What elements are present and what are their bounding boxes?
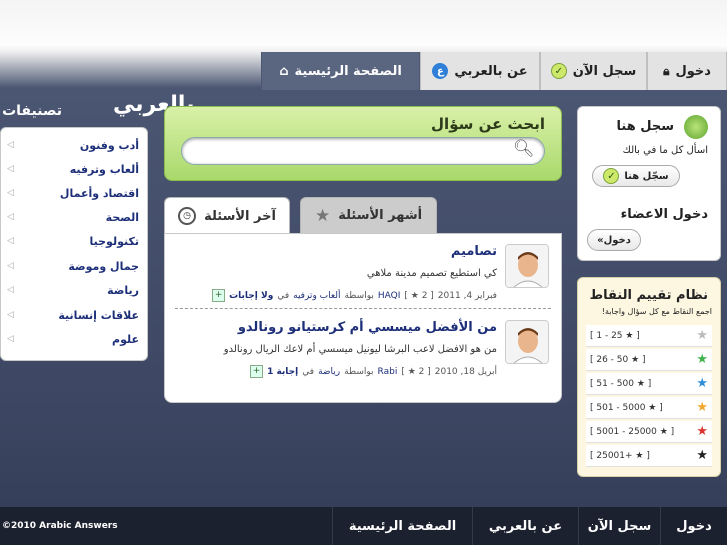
star-icon: ★ <box>696 400 708 415</box>
categories-title: تصنيفات <box>2 103 62 119</box>
tab-login-label: دخول <box>675 63 711 79</box>
footer-link-login[interactable]: دخول <box>660 507 727 545</box>
star-icon: ★ <box>696 424 708 439</box>
tab-register[interactable]: سجل الآن ✓ <box>540 52 647 90</box>
footer-link-register[interactable]: سجل الآن <box>578 507 660 545</box>
question-meta: فبراير 4, 2011 [ 2 ★ ] HAQI بواسطة ألعاب… <box>212 289 497 302</box>
question-date: أبريل 18, 2010 <box>434 366 497 377</box>
arrow-icon: ◁ <box>7 334 14 344</box>
question-category[interactable]: رياضة <box>318 367 340 377</box>
question-answers[interactable]: إجابة 1 <box>267 367 298 377</box>
points-level: ★[ 1 - 25 ★ ] <box>586 325 712 347</box>
star-icon: ★ <box>696 352 708 367</box>
question-meta: أبريل 18, 2010 [ 2 ★ ] Rabi بواسطة رياضة… <box>250 365 497 378</box>
tab-popular-label: أشهر الأسئلة <box>338 208 423 223</box>
arrow-icon: ◁ <box>7 261 14 271</box>
question-rank: [ 2 ★ ] <box>404 290 434 301</box>
search-input[interactable] <box>181 137 545 165</box>
arrow-icon: ◁ <box>7 188 14 198</box>
question-title[interactable]: تصاميم <box>451 244 497 259</box>
question-user[interactable]: Rabi <box>378 367 398 377</box>
question-answers[interactable]: ولا إجابات <box>229 291 273 301</box>
points-subtitle: اجمع النقاط مع كل سؤال واجابة! <box>601 307 712 316</box>
footer-link-about[interactable]: عن بالعربي <box>472 507 578 545</box>
star-icon: ★ <box>696 328 708 343</box>
add-answer-icon[interactable]: + <box>250 365 264 378</box>
category-item[interactable]: تكنولوجيا ◁ <box>7 230 139 252</box>
category-item[interactable]: علوم ◁ <box>7 328 139 350</box>
arrow-icon: ◁ <box>7 212 14 222</box>
question-desc: من هو الافضل لاعب البرشا ليونيل ميسسي أم… <box>223 344 497 355</box>
categories-panel: أدب وفنون ◁ ألعاب وترفيه ◁ اقتصاد وأعمال ◁ … <box>0 127 148 361</box>
register-title: سجل هنا <box>616 119 674 134</box>
users-icon <box>684 115 708 139</box>
home-icon: ⌂ <box>279 63 289 79</box>
add-answer-icon[interactable]: + <box>212 289 226 302</box>
divider <box>175 308 551 309</box>
points-level: ★[ 51 - 500 ★ ] <box>586 373 712 395</box>
avatar <box>505 320 549 364</box>
copyright: ©2010 Arabic Answers <box>2 521 118 531</box>
question-user[interactable]: HAQI <box>378 291 401 301</box>
info-icon: ع <box>432 63 449 79</box>
questions-panel: تصاميم كي استطيع تصميم مدينة ملاهي فبراي… <box>164 233 562 403</box>
tab-about-label: عن بالعربي <box>454 63 528 79</box>
points-level: ★[ 501 - 5000 ★ ] <box>586 397 712 419</box>
tab-popular-questions[interactable]: أشهر الأسئلة ★ <box>300 197 437 233</box>
tab-latest-questions[interactable]: آخر الأسئلة ◷ <box>164 197 290 234</box>
search-box: ابحث عن سؤال 🔍︎ <box>164 106 562 181</box>
points-level: ★[ 26 - 50 ★ ] <box>586 349 712 371</box>
category-item[interactable]: رياضة ◁ <box>7 279 139 301</box>
arrow-icon: ◁ <box>7 236 14 246</box>
category-item[interactable]: علاقات إنسانية ◁ <box>7 304 139 326</box>
check-icon: ✓ <box>550 63 567 79</box>
category-item[interactable]: جمال وموضة ◁ <box>7 255 139 277</box>
search-icon[interactable]: 🔍︎ <box>513 139 535 159</box>
question-item: تصاميم كي استطيع تصميم مدينة ملاهي فبراي… <box>175 244 549 312</box>
points-title: نظام تقييم النقاط <box>589 288 708 303</box>
clock-icon: ◷ <box>178 207 197 225</box>
category-item[interactable]: ألعاب وترفيه ◁ <box>7 158 139 180</box>
question-desc: كي استطيع تصميم مدينة ملاهي <box>366 268 497 279</box>
question-category[interactable]: ألعاب وترفيه <box>293 291 340 301</box>
category-item[interactable]: اقتصاد وأعمال ◁ <box>7 182 139 204</box>
tab-home-label: الصفحة الرئيسية <box>294 63 402 79</box>
member-box: سجل هنا اسأل كل ما في بالك سجّل هنا ✓ دخ… <box>577 106 721 261</box>
star-icon: ★ <box>696 448 708 463</box>
lock-icon: 🔒︎ <box>663 63 670 78</box>
search-title: ابحث عن سؤال <box>431 115 545 133</box>
tab-about[interactable]: عن بالعربي ع <box>420 52 540 90</box>
top-navigation: الصفحة الرئيسية ⌂ عن بالعربي ع سجل الآن … <box>0 52 727 90</box>
category-item[interactable]: أدب وفنون ◁ <box>7 134 139 156</box>
avatar <box>505 244 549 288</box>
footer-link-home[interactable]: الصفحة الرئيسية <box>332 507 472 545</box>
points-box: نظام تقييم النقاط اجمع النقاط مع كل سؤال… <box>577 277 721 477</box>
login-button[interactable]: دخول» <box>587 229 641 251</box>
register-button[interactable]: سجّل هنا ✓ <box>592 165 680 187</box>
arrow-icon: ◁ <box>7 140 14 150</box>
register-text: اسأل كل ما في بالك <box>622 145 708 156</box>
check-icon: ✓ <box>603 168 620 184</box>
tab-login[interactable]: دخول 🔒︎ <box>647 52 727 90</box>
question-item: من الأفضل ميسسي أم كرستيانو رونالدو من ه… <box>175 320 549 388</box>
login-title: دخول الاعضاء <box>620 207 708 222</box>
tab-home[interactable]: الصفحة الرئيسية ⌂ <box>261 52 420 90</box>
star-icon: ★ <box>696 376 708 391</box>
points-level: ★[ 5001 - 25000 ★ ] <box>586 421 712 443</box>
arrow-icon: ◁ <box>7 164 14 174</box>
question-date: فبراير 4, 2011 <box>437 290 497 301</box>
points-level: ★[ 25001+ ★ ] <box>586 445 712 467</box>
star-icon: ★ <box>314 205 331 226</box>
question-title[interactable]: من الأفضل ميسسي أم كرستيانو رونالدو <box>238 320 497 335</box>
arrow-icon: ◁ <box>7 285 14 295</box>
tab-register-label: سجل الآن <box>572 63 637 79</box>
tab-latest-label: آخر الأسئلة <box>204 208 276 224</box>
arrow-icon: ◁ <box>7 310 14 320</box>
category-item[interactable]: الصحة ◁ <box>7 206 139 228</box>
question-rank: [ 2 ★ ] <box>401 366 431 377</box>
